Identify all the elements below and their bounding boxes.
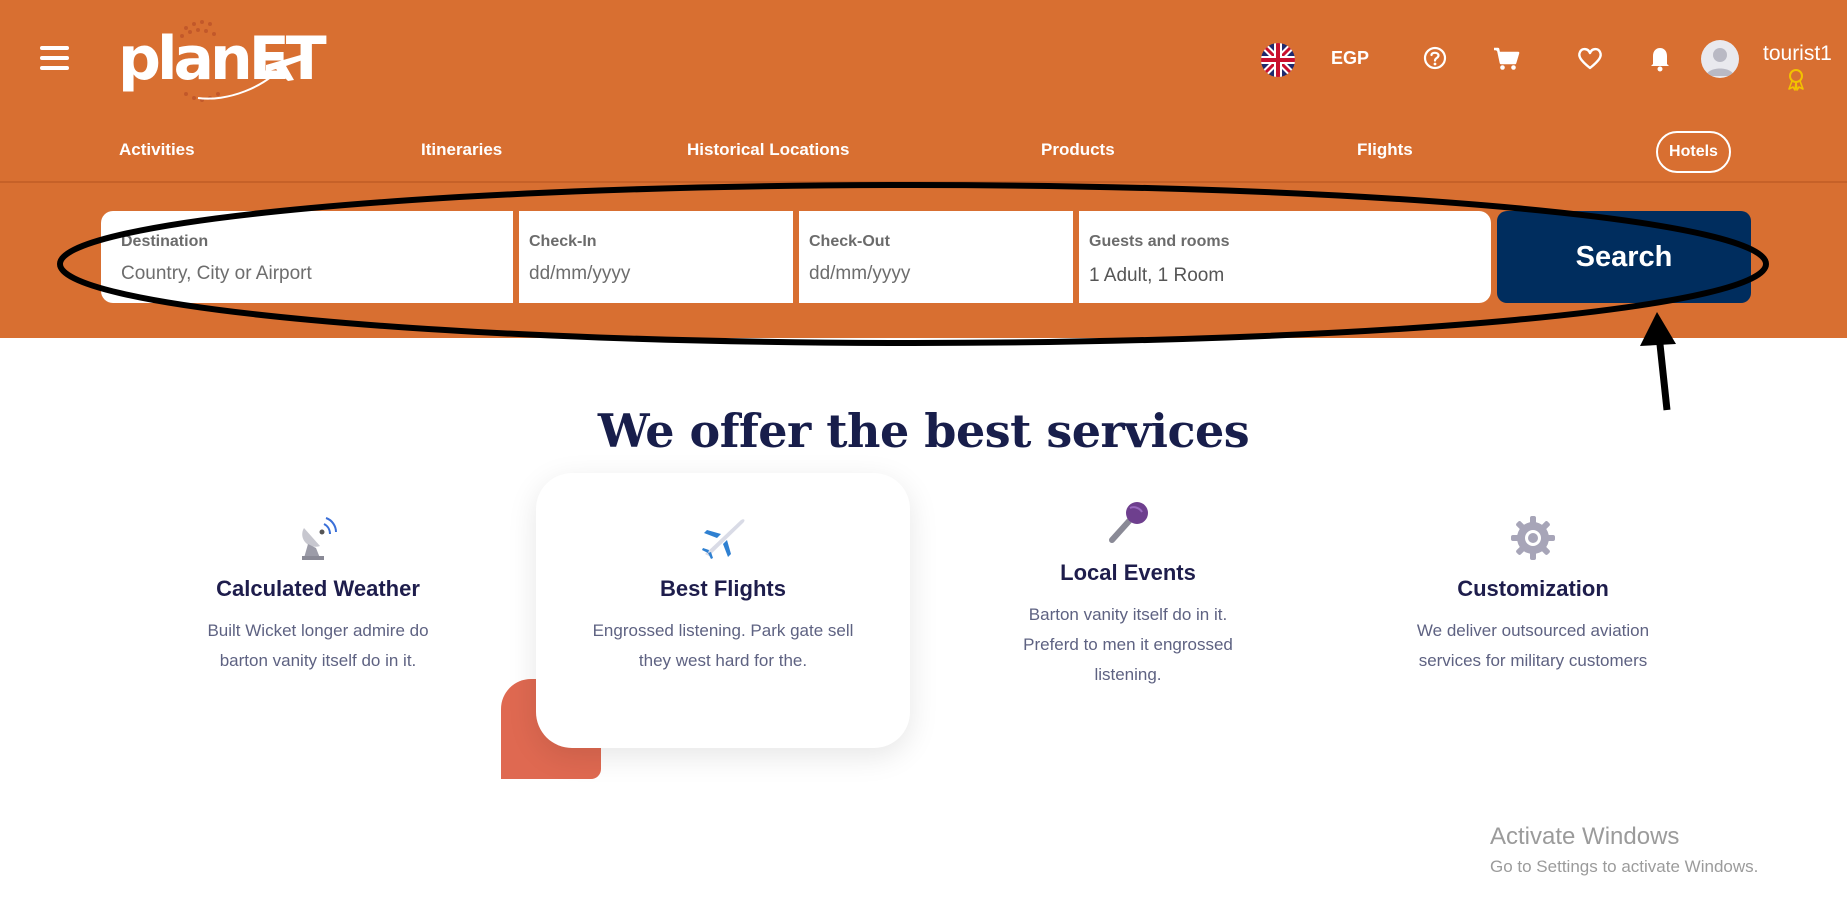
help-icon[interactable]	[1417, 40, 1453, 76]
planet-logo[interactable]: planET	[116, 10, 327, 110]
uk-flag-icon[interactable]	[1261, 43, 1295, 77]
search-button[interactable]: Search	[1497, 211, 1751, 303]
check-out-field[interactable]: Check-Out	[799, 211, 1073, 303]
logo-text: planET	[118, 24, 327, 94]
service-best-flights: Best Flights Engrossed listening. Park g…	[553, 514, 893, 676]
destination-label: Destination	[121, 233, 209, 250]
satellite-dish-icon	[302, 517, 337, 560]
gear-icon	[1511, 516, 1555, 560]
service-local-events: Local Events Barton vanity itself do in …	[958, 498, 1298, 690]
nav-divider	[0, 181, 1847, 183]
service-description: We deliver outsourced aviation services …	[1416, 621, 1650, 670]
activate-windows-subtitle: Go to Settings to activate Windows.	[1490, 857, 1759, 876]
activate-windows-title: Activate Windows	[1490, 823, 1680, 850]
nav-products[interactable]: Products	[1041, 140, 1115, 160]
bell-icon[interactable]	[1642, 40, 1678, 76]
check-in-label: Check-In	[529, 233, 597, 250]
guests-rooms-label: Guests and rooms	[1089, 233, 1230, 250]
currency-selector[interactable]: EGP	[1331, 48, 1369, 69]
nav-itineraries[interactable]: Itineraries	[421, 140, 502, 160]
nav-flights[interactable]: Flights	[1357, 140, 1413, 160]
service-title: Best Flights	[660, 576, 786, 601]
nav-activities[interactable]: Activities	[119, 140, 195, 160]
services-title: We offer the best services	[597, 404, 1250, 458]
hamburger-menu-icon[interactable]	[40, 46, 69, 70]
avatar[interactable]	[1701, 40, 1739, 78]
service-description: Engrossed listening. Park gate sell they…	[592, 621, 854, 670]
check-out-label: Check-Out	[809, 233, 890, 250]
guests-rooms-field[interactable]: Guests and rooms 1 Adult, 1 Room	[1079, 211, 1491, 303]
badge-medal-icon	[1785, 68, 1807, 92]
top-header: planET EGP tourist1 Activities Itinerari…	[0, 0, 1847, 338]
check-out-input[interactable]	[809, 263, 1047, 285]
nav-historical-locations[interactable]: Historical Locations	[687, 140, 849, 160]
service-title: Customization	[1457, 576, 1609, 601]
destination-field[interactable]: Destination	[101, 211, 513, 303]
check-in-input[interactable]	[529, 263, 767, 285]
cart-icon[interactable]	[1488, 40, 1524, 76]
service-description: Barton vanity itself do in it. Preferd t…	[1023, 605, 1233, 684]
check-in-field[interactable]: Check-In	[519, 211, 793, 303]
microphone-icon	[1109, 502, 1148, 543]
airplane-icon	[702, 519, 745, 559]
service-customization: Customization We deliver outsourced avia…	[1363, 514, 1703, 676]
annotation-arrow-line	[1655, 334, 1671, 411]
guests-rooms-value[interactable]: 1 Adult, 1 Room	[1089, 265, 1491, 287]
username[interactable]: tourist1	[1763, 42, 1832, 66]
service-title: Calculated Weather	[216, 576, 420, 601]
destination-input[interactable]	[121, 263, 474, 285]
service-description: Built Wicket longer admire do barton van…	[207, 621, 429, 670]
nav-hotels[interactable]: Hotels	[1656, 131, 1731, 173]
service-calculated-weather: Calculated Weather Built Wicket longer a…	[148, 514, 488, 676]
heart-icon[interactable]	[1572, 40, 1608, 76]
service-title: Local Events	[1060, 560, 1196, 585]
